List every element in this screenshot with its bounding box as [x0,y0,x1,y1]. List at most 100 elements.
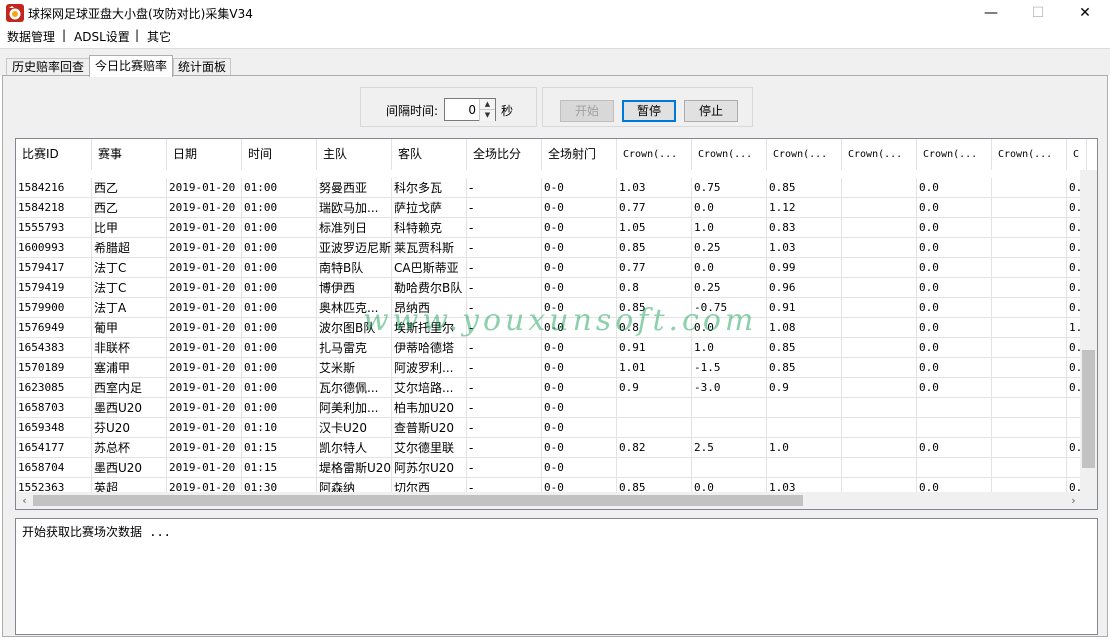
table-cell: 0.99 [767,258,842,278]
table-cell: 2019-01-20 [167,438,242,458]
table-row[interactable]: 1600993 希腊超 2019-01-20 01:00 亚波罗迈尼斯 莱瓦贾科斯 -0-0… [16,238,1097,258]
table-row[interactable]: 1552363 英超 2019-01-20 01:30 阿森纳 切尔西 -0-0 0.85 0.… [16,478,1097,492]
table-cell [917,418,992,438]
column-header[interactable]: Crown(... [917,139,992,170]
table-cell: 0.0 [917,378,992,398]
table-row[interactable]: 1555793 比甲 2019-01-20 01:00 标准列日 科特赖克 -0-0 1.05… [16,218,1097,238]
table-cell: 西乙 [92,198,167,218]
table-cell [842,238,917,258]
table-cell: 堤格雷斯U20 [317,458,392,478]
table-cell [842,418,917,438]
table-cell [692,458,767,478]
table-row[interactable]: 1579900 法丁A 2019-01-20 01:00 奥林匹克... 昂纳西 -0-0 0… [16,298,1097,318]
table-cell: 2019-01-20 [167,218,242,238]
minimize-button[interactable]: — [968,0,1014,27]
log-output[interactable]: 开始获取比赛场次数据 ... [15,518,1098,635]
column-header[interactable]: 客队 [392,139,467,170]
table-cell: 0-0 [542,218,617,238]
table-cell: 0.0 [917,238,992,258]
table-cell [992,378,1067,398]
table-row[interactable]: 1654383 非联杯 2019-01-20 01:00 扎马雷克 伊蒂哈德塔 -0-0 0.… [16,338,1097,358]
vertical-scrollbar[interactable] [1080,170,1097,492]
table-cell: 1579900 [16,298,92,318]
table-row[interactable]: 1584216 西乙 2019-01-20 01:00 努曼西亚 科尔多瓦 -0-0 1.03… [16,178,1097,198]
table-cell: 埃斯托里尔 [392,318,467,338]
column-header[interactable]: Crown(... [767,139,842,170]
table-row[interactable]: 1658704 墨西U20 2019-01-20 01:15 堤格雷斯U20 阿苏尔U20… [16,458,1097,478]
table-cell: 0.0 [917,278,992,298]
column-header[interactable]: Crown(... [692,139,767,170]
interval-spinner[interactable]: 0 ▲ ▼ [444,98,496,121]
table-cell: 0.83 [767,218,842,238]
column-header[interactable]: Crown(... [617,139,692,170]
table-cell [992,278,1067,298]
table-cell: - [467,478,542,492]
column-header[interactable]: Crown(... [842,139,917,170]
table-cell [767,398,842,418]
table-cell: 波尔图B队 [317,318,392,338]
column-header[interactable]: 比赛ID [16,139,92,170]
table-cell: 0.85 [767,358,842,378]
table-cell: - [467,378,542,398]
table-cell: 0.0 [917,298,992,318]
table-cell: 1576949 [16,318,92,338]
table-cell: 2019-01-20 [167,238,242,258]
horizontal-scrollbar[interactable]: ‹ › [16,492,1082,509]
scroll-left-button[interactable]: ‹ [16,492,33,509]
menu-other[interactable]: 其它 [147,28,171,45]
table-cell: 01:00 [242,178,317,198]
table-cell: 0-0 [542,378,617,398]
table-cell: 1584218 [16,198,92,218]
table-cell [842,358,917,378]
table-cell: 01:00 [242,238,317,258]
column-header[interactable]: 时间 [242,139,317,170]
column-header[interactable]: 日期 [167,139,242,170]
menu-adsl-settings[interactable]: ADSL设置 [74,28,130,45]
table-row[interactable]: 1623085 西室内足 2019-01-20 01:00 瓦尔德佩... 艾尔培路...… [16,378,1097,398]
seconds-label: 秒 [501,104,514,118]
table-cell: 0-0 [542,458,617,478]
column-header[interactable]: 全场射门 [542,139,617,170]
menu-data-management[interactable]: 数据管理 [7,28,55,45]
table-row[interactable]: 1579417 法丁C 2019-01-20 01:00 南特B队 CA巴斯蒂亚 -0-0 0… [16,258,1097,278]
spinner-down-button[interactable]: ▼ [479,110,495,121]
start-button[interactable]: 开始 [560,100,614,122]
menu-separator: | [62,28,67,42]
table-cell: 1.08 [767,318,842,338]
stop-button[interactable]: 停止 [684,100,738,122]
pause-button[interactable]: 暂停 [622,100,676,122]
table-cell [842,218,917,238]
table-cell: 1570189 [16,358,92,378]
table-row[interactable]: 1659348 芬U20 2019-01-20 01:10 汉卡U20 查普斯U20-0-… [16,418,1097,438]
table-cell: 0.85 [767,178,842,198]
table-cell: 1.0 [767,438,842,458]
table-row[interactable]: 1570189 塞浦甲 2019-01-20 01:00 艾米斯 阿波罗利... -0-0 1… [16,358,1097,378]
table-row[interactable]: 1576949 葡甲 2019-01-20 01:00 波尔图B队 埃斯托里尔 -0-0 0.… [16,318,1097,338]
spinner-up-button[interactable]: ▲ [479,99,495,110]
table-row[interactable]: 1658703 墨西U20 2019-01-20 01:00 阿美利加... 柏韦加U20… [16,398,1097,418]
table-cell: 0.77 [617,198,692,218]
maximize-button[interactable]: ☐ [1015,0,1061,27]
table-row[interactable]: 1654177 苏总杯 2019-01-20 01:15 凯尔特人 艾尔德里联 -0-0 0.… [16,438,1097,458]
table-cell: 2019-01-20 [167,478,242,492]
table-cell: 0.0 [692,318,767,338]
column-header[interactable]: Crown(... [992,139,1067,170]
table-row[interactable]: 1579419 法丁C 2019-01-20 01:00 博伊西 勒哈费尔B队 -0-0 0.… [16,278,1097,298]
odds-table[interactable]: 比赛ID 赛事 日期 时间 主队 客队 全场比分 全场射门 Crown(... Crown(...… [15,138,1098,510]
tab-today-odds[interactable]: 今日比赛赔率 [89,55,173,77]
horizontal-scroll-thumb[interactable] [33,495,803,506]
table-cell [992,318,1067,338]
table-cell: 1600993 [16,238,92,258]
table-cell: 01:00 [242,298,317,318]
vertical-scroll-thumb[interactable] [1082,350,1095,468]
column-header[interactable]: 全场比分 [467,139,542,170]
close-button[interactable]: ✕ [1062,0,1108,27]
column-header[interactable]: 赛事 [92,139,167,170]
table-cell: 0.9 [767,378,842,398]
column-header[interactable]: C [1067,139,1087,170]
column-header[interactable]: 主队 [317,139,392,170]
table-row[interactable]: 1584218 西乙 2019-01-20 01:00 瑞欧马加... 萨拉戈萨 -0-0 0… [16,198,1097,218]
table-cell: 墨西U20 [92,458,167,478]
table-cell [617,398,692,418]
table-cell [842,398,917,418]
